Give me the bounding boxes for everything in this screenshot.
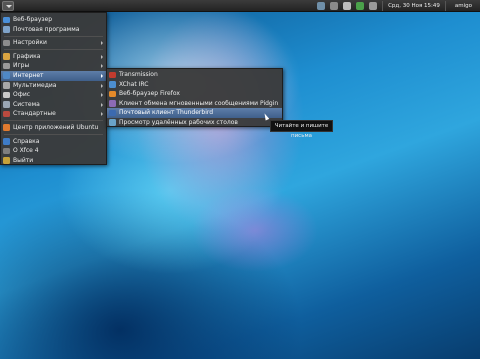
chevron-right-icon bbox=[101, 54, 103, 59]
graphics-icon bbox=[3, 53, 10, 60]
system-tray: Срд, 30 Ноя 15:49 amigo bbox=[317, 0, 480, 12]
browser-icon bbox=[3, 16, 10, 23]
panel-divider bbox=[382, 1, 384, 11]
settings-icon bbox=[3, 39, 10, 47]
menu-item-office[interactable]: Офис bbox=[1, 90, 106, 100]
menu-item-settings[interactable]: Настройки bbox=[1, 38, 106, 48]
about-icon bbox=[3, 147, 10, 155]
applications-menu: Веб-браузер Почтовая программа Настройки… bbox=[0, 12, 107, 165]
submenu-item-firefox[interactable]: Веб-браузер Firefox bbox=[107, 89, 282, 99]
menu-item-about[interactable]: О Xfce 4 bbox=[1, 146, 106, 156]
menu-item-label: Система bbox=[13, 100, 40, 108]
tooltip: Читайте и пишите письма bbox=[270, 120, 333, 139]
chevron-right-icon bbox=[101, 64, 103, 69]
logout-icon bbox=[3, 157, 10, 164]
office-icon bbox=[3, 91, 10, 99]
software-center-icon bbox=[3, 124, 10, 131]
xchat-icon bbox=[109, 81, 116, 88]
menu-separator bbox=[4, 134, 103, 136]
menu-item-label: Стандартные bbox=[13, 110, 56, 118]
transmission-icon bbox=[109, 71, 116, 78]
user-menu[interactable]: amigo bbox=[451, 3, 476, 9]
system-icon bbox=[3, 101, 10, 108]
internet-submenu: Transmission XChat IRC Веб-браузер Firef… bbox=[106, 68, 283, 127]
notification-icon[interactable] bbox=[369, 2, 378, 10]
battery-icon[interactable] bbox=[356, 2, 365, 10]
menu-item-label: Почтовая программа bbox=[13, 25, 80, 33]
network-icon[interactable] bbox=[317, 2, 326, 10]
menu-item-internet[interactable]: Интернет bbox=[1, 70, 106, 81]
internet-icon bbox=[3, 72, 10, 79]
menu-item-label: Выйти bbox=[13, 156, 34, 164]
firefox-icon bbox=[109, 90, 116, 98]
menu-item-label: XChat IRC bbox=[119, 80, 149, 88]
mail-icon bbox=[3, 26, 10, 33]
menu-item-label: Мультимедиа bbox=[13, 81, 57, 89]
music-icon[interactable] bbox=[330, 2, 339, 10]
remote-desktop-icon bbox=[109, 119, 116, 126]
menu-item-label: Справка bbox=[13, 137, 40, 145]
submenu-item-pidgin[interactable]: Клиент обмена мгновенными сообщениями Pi… bbox=[107, 99, 282, 109]
menu-separator bbox=[4, 35, 103, 37]
menu-item-label: Интернет bbox=[13, 71, 44, 79]
chevron-right-icon bbox=[101, 83, 103, 88]
menu-item-label: Клиент обмена мгновенными сообщениями Pi… bbox=[119, 99, 279, 107]
menu-item-multimedia[interactable]: Мультимедиа bbox=[1, 81, 106, 91]
chevron-right-icon bbox=[101, 41, 103, 46]
applications-menu-button[interactable] bbox=[2, 1, 14, 11]
menu-item-logout[interactable]: Выйти bbox=[1, 156, 106, 166]
pidgin-icon bbox=[109, 100, 116, 107]
menu-item-games[interactable]: Игры bbox=[1, 61, 106, 71]
menu-item-help[interactable]: Справка bbox=[1, 137, 106, 147]
chevron-right-icon bbox=[101, 93, 103, 98]
volume-icon[interactable] bbox=[343, 2, 352, 10]
menu-item-label: Графика bbox=[13, 52, 41, 60]
games-icon bbox=[3, 62, 10, 70]
help-icon bbox=[3, 138, 10, 145]
accessories-icon bbox=[3, 110, 10, 118]
menu-item-system[interactable]: Система bbox=[1, 100, 106, 110]
menu-item-mail[interactable]: Почтовая программа bbox=[1, 25, 106, 35]
multimedia-icon bbox=[3, 82, 10, 89]
menu-item-label: Веб-браузер Firefox bbox=[119, 90, 180, 98]
menu-item-label: Настройки bbox=[13, 39, 47, 47]
chevron-right-icon bbox=[101, 112, 103, 117]
menu-item-label: Веб-браузер bbox=[13, 16, 53, 23]
chevron-right-icon bbox=[101, 102, 103, 107]
clock[interactable]: Срд, 30 Ноя 15:49 bbox=[388, 3, 440, 9]
menu-item-label: Почтовый клиент Thunderbird bbox=[119, 109, 214, 117]
thunderbird-icon bbox=[109, 109, 116, 117]
menu-item-label: Офис bbox=[13, 91, 31, 99]
submenu-item-xchat[interactable]: XChat IRC bbox=[107, 80, 282, 90]
menu-separator bbox=[4, 49, 103, 51]
menu-separator bbox=[4, 120, 103, 122]
chevron-right-icon bbox=[101, 73, 103, 78]
menu-item-label: Transmission bbox=[119, 71, 158, 78]
menu-item-label: О Xfce 4 bbox=[13, 147, 39, 155]
submenu-item-remote-desktop[interactable]: Просмотр удалённых рабочих столов bbox=[107, 118, 282, 128]
submenu-item-thunderbird[interactable]: Почтовый клиент Thunderbird bbox=[107, 108, 282, 118]
menu-item-label: Игры bbox=[13, 62, 30, 70]
menu-item-software-center[interactable]: Центр приложений Ubuntu bbox=[1, 123, 106, 133]
menu-item-label: Просмотр удалённых рабочих столов bbox=[119, 118, 238, 126]
menu-item-graphics[interactable]: Графика bbox=[1, 52, 106, 62]
menu-item-label: Центр приложений Ubuntu bbox=[13, 123, 99, 131]
top-panel: Срд, 30 Ноя 15:49 amigo bbox=[0, 0, 480, 12]
menu-item-accessories[interactable]: Стандартные bbox=[1, 109, 106, 119]
submenu-item-transmission[interactable]: Transmission bbox=[107, 70, 282, 80]
panel-divider bbox=[444, 1, 446, 11]
menu-item-web-browser[interactable]: Веб-браузер bbox=[1, 15, 106, 25]
